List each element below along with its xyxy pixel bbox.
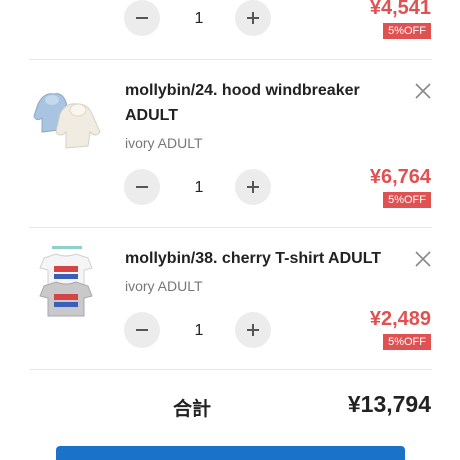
item-price: ¥6,764 [369, 166, 431, 188]
minus-icon [136, 329, 148, 331]
quantity-value: 1 [194, 179, 204, 196]
cart-item: mollybin/24. hood windbreaker ADULT ivor… [0, 60, 460, 228]
product-variant: ivory ADULT [125, 135, 203, 151]
remove-item-button[interactable] [412, 80, 434, 102]
quantity-decrease-button[interactable] [124, 169, 160, 205]
cart-item: mollybin/38. cherry T-shirt ADULT ivory … [0, 228, 460, 370]
item-price: ¥2,489 [369, 308, 431, 330]
checkout-button[interactable] [56, 446, 405, 460]
close-icon [415, 83, 431, 99]
quantity-value: 1 [194, 10, 204, 27]
plus-icon [247, 324, 259, 336]
plus-icon [247, 12, 259, 24]
discount-badge: 5%OFF [383, 334, 431, 350]
product-image[interactable] [30, 244, 106, 320]
divider [30, 369, 432, 370]
discount-badge: 5%OFF [383, 192, 431, 208]
product-name[interactable]: mollybin/38. cherry T-shirt ADULT [125, 246, 385, 271]
quantity-increase-button[interactable] [235, 169, 271, 205]
quantity-decrease-button[interactable] [124, 312, 160, 348]
plus-icon [247, 181, 259, 193]
close-icon [415, 251, 431, 267]
quantity-decrease-button[interactable] [124, 0, 160, 36]
quantity-increase-button[interactable] [235, 0, 271, 36]
product-variant: ivory ADULT [125, 278, 203, 294]
total-label: 合計 [173, 399, 212, 420]
discount-badge: 5%OFF [383, 23, 431, 39]
quantity-value: 1 [194, 322, 204, 339]
item-price: ¥4,541 [369, 0, 431, 19]
remove-item-button[interactable] [412, 248, 434, 270]
product-name[interactable]: mollybin/24. hood windbreaker ADULT [125, 78, 385, 128]
minus-icon [136, 186, 148, 188]
total-amount: ¥13,794 [347, 391, 431, 417]
product-image[interactable] [30, 80, 106, 156]
cart-item: 1 ¥4,541 5%OFF [0, 0, 460, 60]
minus-icon [136, 17, 148, 19]
quantity-increase-button[interactable] [235, 312, 271, 348]
